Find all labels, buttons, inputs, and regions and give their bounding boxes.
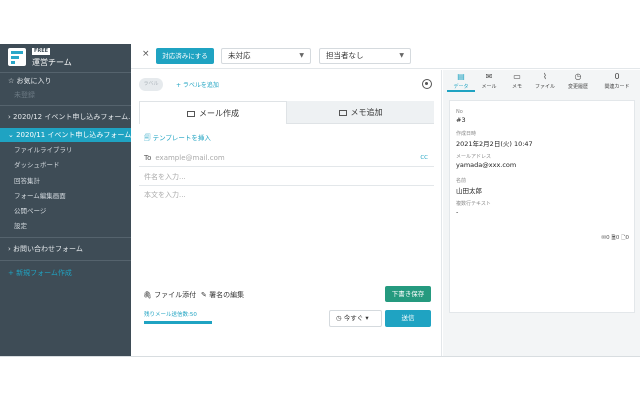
tab-compose-mail[interactable]: メール作成: [139, 101, 287, 124]
compose-pane: ラベル + ラベルを追加 メール作成 メモ追加 🗐 テンプレートを挿入 To ex…: [131, 70, 442, 356]
mark-done-button[interactable]: 対応済みにする: [156, 48, 214, 64]
field-no: No #3: [456, 109, 466, 124]
mail-icon: [187, 110, 195, 117]
attach-file-button[interactable]: 🖇 ファイル添付: [143, 290, 196, 300]
memo-icon: ▭: [513, 72, 521, 81]
tab-add-memo[interactable]: メモ追加: [287, 101, 434, 124]
send-timing-select[interactable]: ◷ 今すぐ ▾: [329, 310, 382, 327]
subject-field[interactable]: 件名を入力...: [139, 168, 434, 186]
send-button[interactable]: 送信: [385, 310, 431, 327]
chevron-down-icon: ▼: [299, 52, 304, 59]
clip-icon: ⌇: [543, 72, 547, 81]
team-name[interactable]: 運営チーム: [32, 57, 72, 68]
new-form-button[interactable]: + 新規フォーム作成: [0, 266, 131, 280]
detail-toolbar: × 対応済みにする 未対応 ▼ 担当者なし ▼: [131, 44, 640, 69]
sidebar: FREE 運営チーム ☆ お気に入り 未登録 › 2020/12 イベント申し込…: [0, 44, 131, 356]
data-icon: ▤: [457, 72, 465, 81]
mail-icon: ✉: [485, 72, 493, 81]
sidebar-sub-form-editor[interactable]: フォーム編集画面: [0, 189, 131, 203]
insert-template-link[interactable]: 🗐 テンプレートを挿入: [144, 132, 211, 145]
sidebar-sub-public-page[interactable]: 公開ページ: [0, 204, 131, 218]
sidebar-sub-summary[interactable]: 回答集計: [0, 174, 131, 188]
assignee-select[interactable]: 担当者なし ▼: [319, 48, 411, 64]
memo-icon: [338, 109, 347, 116]
body-textarea[interactable]: 本文を入力...: [139, 187, 434, 287]
sidebar-sub-file-library[interactable]: ファイルライブラリ: [0, 143, 131, 157]
tab-related-cards[interactable]: 0 関連カード: [599, 72, 635, 92]
close-icon[interactable]: ×: [142, 49, 150, 59]
edit-signature-button[interactable]: ✎ 署名の編集: [201, 290, 244, 300]
page-bottom: [0, 356, 640, 400]
tab-file[interactable]: ⌇ ファイル: [531, 72, 559, 92]
tab-data[interactable]: ▤ データ: [447, 72, 475, 92]
sidebar-header: FREE 運営チーム: [0, 44, 131, 72]
plan-badge: FREE: [32, 48, 51, 55]
record-pane: ▤ データ ✉ メール ▭ メモ ⌇ ファイル ◷ 変更履歴 0 関連カード No #3 作成…: [443, 70, 640, 356]
sidebar-unset: 未登録: [14, 91, 35, 99]
tab-memo[interactable]: ▭ メモ: [503, 72, 531, 92]
tab-mail[interactable]: ✉ メール: [475, 72, 503, 92]
status-select[interactable]: 未対応 ▼: [221, 48, 311, 64]
sidebar-sub-dashboard[interactable]: ダッシュボード: [0, 158, 131, 172]
gear-icon[interactable]: [422, 79, 432, 89]
sidebar-favorites[interactable]: ☆ お気に入り: [0, 74, 131, 88]
save-draft-button[interactable]: 下書き保存: [385, 286, 431, 302]
record-card: No #3 作成日時 2021年2月2日(火) 10:47 メールアドレス yamad…: [449, 100, 635, 313]
app-logo: [8, 48, 26, 66]
sidebar-sub-settings[interactable]: 設定: [0, 219, 131, 233]
sidebar-item-contact-form[interactable]: › お問い合わせフォーム: [0, 242, 131, 256]
sidebar-item-form-2020-11[interactable]: ⌄ 2020/11 イベント申し込みフォーム...: [0, 128, 131, 142]
record-footer-counts: ✉0 🗎0 🗋0: [601, 235, 629, 241]
field-created: 作成日時 2021年2月2日(火) 10:47: [456, 131, 533, 148]
field-multiline: 複数行テキスト -: [456, 201, 491, 216]
remaining-mail-count: 残りメール送信数:50: [144, 312, 197, 318]
to-field[interactable]: To example@mail.com CC: [139, 149, 434, 167]
field-email: メールアドレス yamada@xxx.com: [456, 154, 517, 169]
remaining-progress: [144, 321, 212, 324]
chevron-down-icon: ▼: [399, 52, 404, 59]
cc-toggle[interactable]: CC: [420, 149, 428, 167]
related-count: 0: [614, 72, 620, 81]
label-pill: ラベル: [139, 78, 163, 91]
tab-history[interactable]: ◷ 変更履歴: [561, 72, 595, 92]
sidebar-item-form-2020-12[interactable]: › 2020/12 イベント申し込みフォーム...: [0, 110, 131, 124]
field-name: 名前 山田太郎: [456, 178, 482, 195]
add-label-link[interactable]: + ラベルを追加: [176, 80, 219, 89]
clock-icon: ◷: [574, 72, 582, 81]
